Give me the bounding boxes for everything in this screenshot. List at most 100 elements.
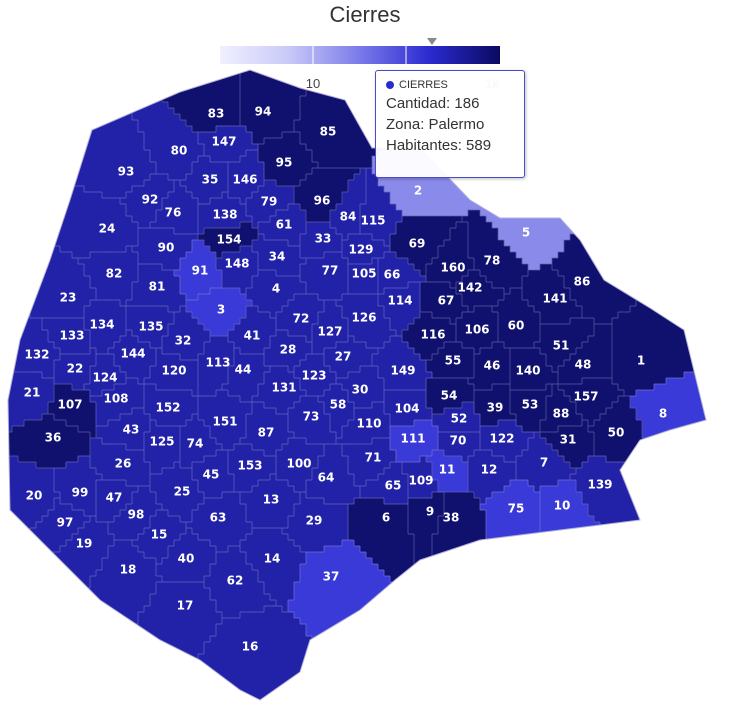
zone-label-18: 18 [120,563,137,577]
zone-label-82: 82 [106,267,123,281]
zone-label-67: 67 [438,294,455,308]
tooltip-zona: Zona: Palermo [386,116,485,133]
zone-label-140: 140 [515,364,540,378]
zone-label-132: 132 [24,348,49,362]
zone-label-43: 43 [123,423,140,437]
zone-1[interactable] [611,233,730,397]
zone-label-92: 92 [142,193,159,207]
zone-label-95: 95 [276,156,293,170]
zone-label-100: 100 [286,457,311,471]
zone-label-147: 147 [211,135,236,149]
zone-label-13: 13 [263,493,280,507]
zone-label-7: 7 [540,456,548,470]
zone-label-123: 123 [301,369,326,383]
zone-label-60: 60 [508,319,525,333]
zone-label-133: 133 [59,329,84,343]
choropleth-map[interactable]: 123456789 1011 121314151617181920212223242… [0,60,730,705]
zone-label-113: 113 [205,356,230,370]
zone-label-109: 109 [408,474,433,488]
zone-label-71: 71 [365,451,382,465]
zone-label-134: 134 [89,318,114,332]
zone-label-88: 88 [553,407,570,421]
zone-label-62: 62 [227,574,244,588]
zone-label-17: 17 [177,599,194,613]
zone-label-106: 106 [464,323,489,337]
zone-label-22: 22 [67,362,84,376]
zone-label-84: 84 [340,210,357,224]
zone-label-80: 80 [171,144,188,158]
zone-label-144: 144 [120,347,145,361]
zone-label-108: 108 [103,392,128,406]
zone-label-75: 75 [508,502,525,516]
zone-label-47: 47 [106,491,123,505]
tooltip: CIERRES Cantidad: 186 Zona: Palermo Habi… [375,70,525,178]
zone-label-9: 9 [426,505,434,519]
zone-label-142: 142 [457,281,482,295]
zone-label-135: 135 [138,320,163,334]
zone-label-2: 2 [414,184,422,198]
zone-label-27: 27 [335,350,352,364]
zone-label-65: 65 [385,479,402,493]
zone-label-4: 4 [272,282,280,296]
zone-label-12: 12 [481,463,498,477]
zone-label-23: 23 [60,291,77,305]
zone-label-52: 52 [451,412,468,426]
zone-label-70: 70 [450,434,467,448]
zone-label-131: 131 [271,381,296,395]
zone-label-38: 38 [443,511,460,525]
zone-label-105: 105 [351,267,376,281]
zone-label-51: 51 [553,339,570,353]
zone-label-66: 66 [384,268,401,282]
zone-label-81: 81 [149,280,166,294]
zone-label-74: 74 [187,437,204,451]
zone-label-129: 129 [348,243,373,257]
zone-label-72: 72 [293,312,310,326]
tooltip-series-name: CIERRES [399,79,448,91]
zone-139[interactable] [569,455,730,705]
zone-label-44: 44 [235,363,252,377]
zone-label-36: 36 [45,431,62,445]
zone-label-28: 28 [280,343,297,357]
zone-label-125: 125 [149,435,174,449]
zone-label-124: 124 [92,371,117,385]
zone-label-79: 79 [261,195,278,209]
zone-label-86: 86 [574,275,591,289]
zone-label-55: 55 [445,354,462,368]
zone-label-116: 116 [420,328,445,342]
zone-label-35: 35 [202,173,219,187]
zone-label-139: 139 [587,478,612,492]
legend-pointer-icon [427,38,437,45]
zone-label-152: 152 [155,401,180,415]
zone-label-98: 98 [128,508,145,522]
zone-label-58: 58 [330,398,347,412]
zone-label-48: 48 [575,358,592,372]
series-dot-icon [386,81,394,89]
zone-label-85: 85 [320,125,337,139]
zone-label-11: 11 [439,463,456,477]
zone-label-40: 40 [178,552,195,566]
zone-label-138: 138 [212,208,237,222]
zone-label-78: 78 [484,254,501,268]
zone-label-33: 33 [315,232,332,246]
zone-label-73: 73 [303,410,320,424]
zone-label-14: 14 [264,552,281,566]
zone-label-6: 6 [382,511,390,525]
zone-label-24: 24 [99,222,116,236]
zone-label-21: 21 [24,386,41,400]
zone-label-15: 15 [151,528,168,542]
zone-label-157: 157 [573,390,598,404]
zone-label-93: 93 [118,165,135,179]
zone-label-97: 97 [57,516,74,530]
zone-label-37: 37 [323,570,340,584]
zone-label-50: 50 [608,426,625,440]
zone-label-53: 53 [522,398,539,412]
zone-label-26: 26 [115,457,132,471]
zone-label-76: 76 [165,206,182,220]
zone-label-31: 31 [560,433,577,447]
zone-label-87: 87 [258,426,275,440]
zone-label-114: 114 [387,294,412,308]
tooltip-cantidad: Cantidad: 186 [386,95,480,112]
zone-label-99: 99 [72,486,89,500]
zone-label-46: 46 [484,359,501,373]
zone-label-151: 151 [212,415,237,429]
